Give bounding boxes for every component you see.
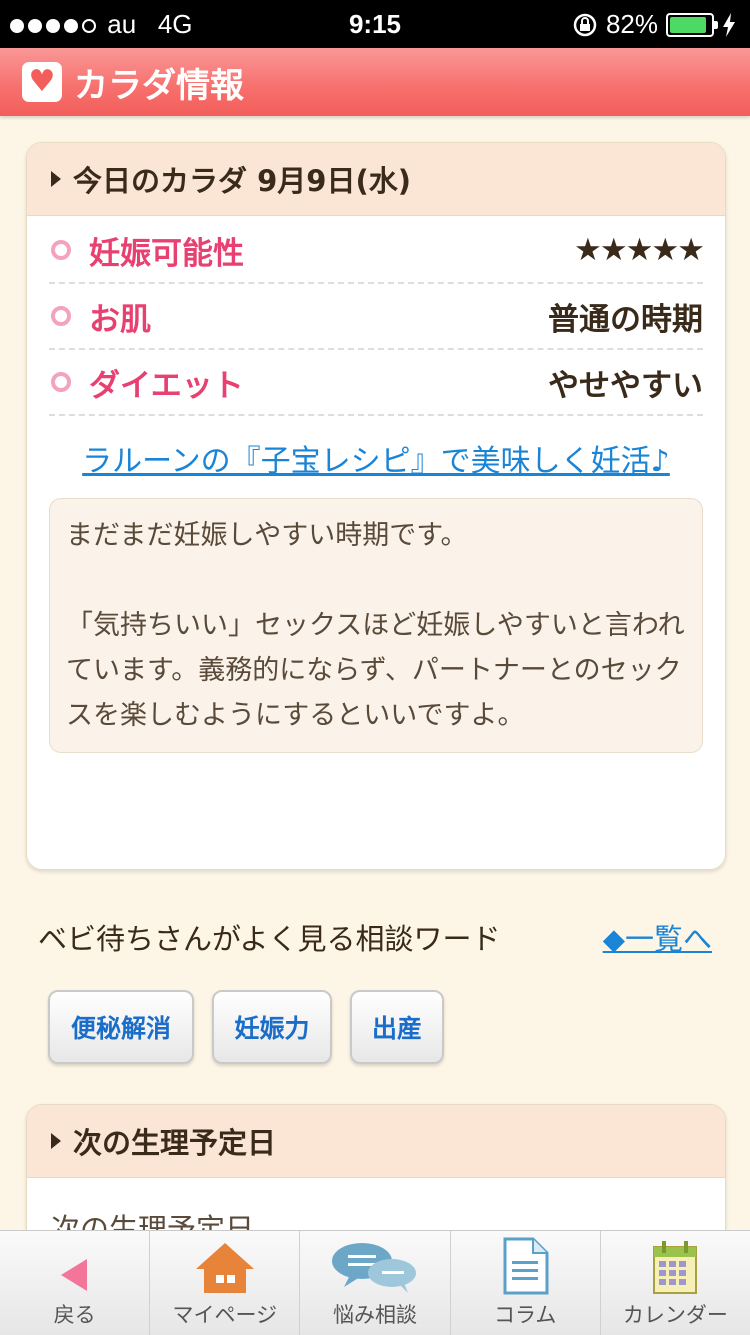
battery-icon bbox=[666, 12, 718, 37]
next-period-title: 次の生理予定日 bbox=[73, 1126, 277, 1160]
tag-button[interactable]: 便秘解消 bbox=[48, 990, 194, 1064]
view-all-link[interactable]: ◆一覧へ bbox=[603, 916, 712, 958]
charging-icon bbox=[723, 12, 735, 37]
row-label: お肌 bbox=[89, 301, 151, 338]
advice-paragraph: まだまだ妊娠しやすい時期です。 bbox=[66, 520, 468, 551]
advice-text: まだまだ妊娠しやすい時期です。 「気持ちいい」セックスほど妊娠しやすいと言われて… bbox=[49, 498, 703, 753]
tab-calendar[interactable]: カレンダー bbox=[601, 1231, 750, 1335]
app-header: ♥ カラダ情報 bbox=[0, 48, 750, 116]
circle-bullet-icon bbox=[51, 240, 71, 260]
row-label: 妊娠可能性 bbox=[89, 235, 244, 272]
tag-button[interactable]: 妊娠力 bbox=[212, 990, 332, 1064]
star-rating: ★★★★★ bbox=[574, 232, 705, 268]
pregnancy-possibility-row: 妊娠可能性 ★★★★★ bbox=[49, 218, 705, 284]
rotation-lock-icon bbox=[573, 13, 597, 36]
tab-label: コラム bbox=[494, 1303, 557, 1327]
today-card-title: 今日のカラダ 9月9日(水) bbox=[73, 164, 411, 198]
next-period-header: 次の生理予定日 bbox=[27, 1105, 725, 1178]
tab-label: マイページ bbox=[172, 1303, 278, 1327]
row-label: ダイエット bbox=[89, 367, 244, 404]
status-bar: au 4G 9:15 82% bbox=[0, 0, 750, 48]
tab-back[interactable]: 戻る bbox=[0, 1231, 151, 1335]
tab-label: カレンダー bbox=[622, 1303, 728, 1327]
circle-bullet-icon bbox=[51, 306, 71, 326]
tab-consult[interactable]: 悩み相談 bbox=[300, 1231, 451, 1335]
tab-column[interactable]: コラム bbox=[451, 1231, 601, 1335]
advice-paragraph: 「気持ちいい」セックスほど妊娠しやすいと言われています。義務的にならず、パートナ… bbox=[66, 610, 685, 731]
triangle-right-icon bbox=[51, 1133, 61, 1149]
tab-label: 悩み相談 bbox=[333, 1303, 417, 1327]
heart-icon: ♥ bbox=[22, 62, 62, 102]
back-arrow-icon bbox=[55, 1231, 95, 1295]
circle-bullet-icon bbox=[51, 372, 71, 392]
consult-words-title: ベビ待ちさんがよく見る相談ワード bbox=[38, 922, 501, 956]
battery-percent: 82% bbox=[605, 9, 658, 39]
status-right: 82% bbox=[572, 9, 736, 40]
recipe-link[interactable]: ラルーンの『子宝レシピ』で美味しく妊活♪ bbox=[61, 442, 691, 482]
chat-bubbles-icon bbox=[330, 1231, 420, 1295]
house-icon bbox=[192, 1231, 258, 1295]
document-icon bbox=[501, 1231, 549, 1295]
page-title: カラダ情報 bbox=[74, 65, 244, 106]
calendar-icon bbox=[652, 1231, 698, 1295]
diet-row: ダイエット やせやすい bbox=[49, 350, 703, 416]
tab-bar: 戻る マイページ 悩み相談 コラム カレンダー bbox=[0, 1230, 750, 1335]
row-value: やせやすい bbox=[548, 367, 703, 404]
triangle-right-icon bbox=[51, 171, 61, 187]
row-value: 普通の時期 bbox=[548, 301, 703, 338]
today-body-card: 今日のカラダ 9月9日(水) 妊娠可能性 ★★★★★ お肌 普通の時期 ダイエッ… bbox=[26, 142, 726, 870]
today-card-header: 今日のカラダ 9月9日(水) bbox=[27, 143, 725, 216]
tag-button[interactable]: 出産 bbox=[350, 990, 444, 1064]
tab-label: 戻る bbox=[53, 1303, 96, 1327]
skin-row: お肌 普通の時期 bbox=[49, 284, 703, 350]
tab-mypage[interactable]: マイページ bbox=[150, 1231, 301, 1335]
